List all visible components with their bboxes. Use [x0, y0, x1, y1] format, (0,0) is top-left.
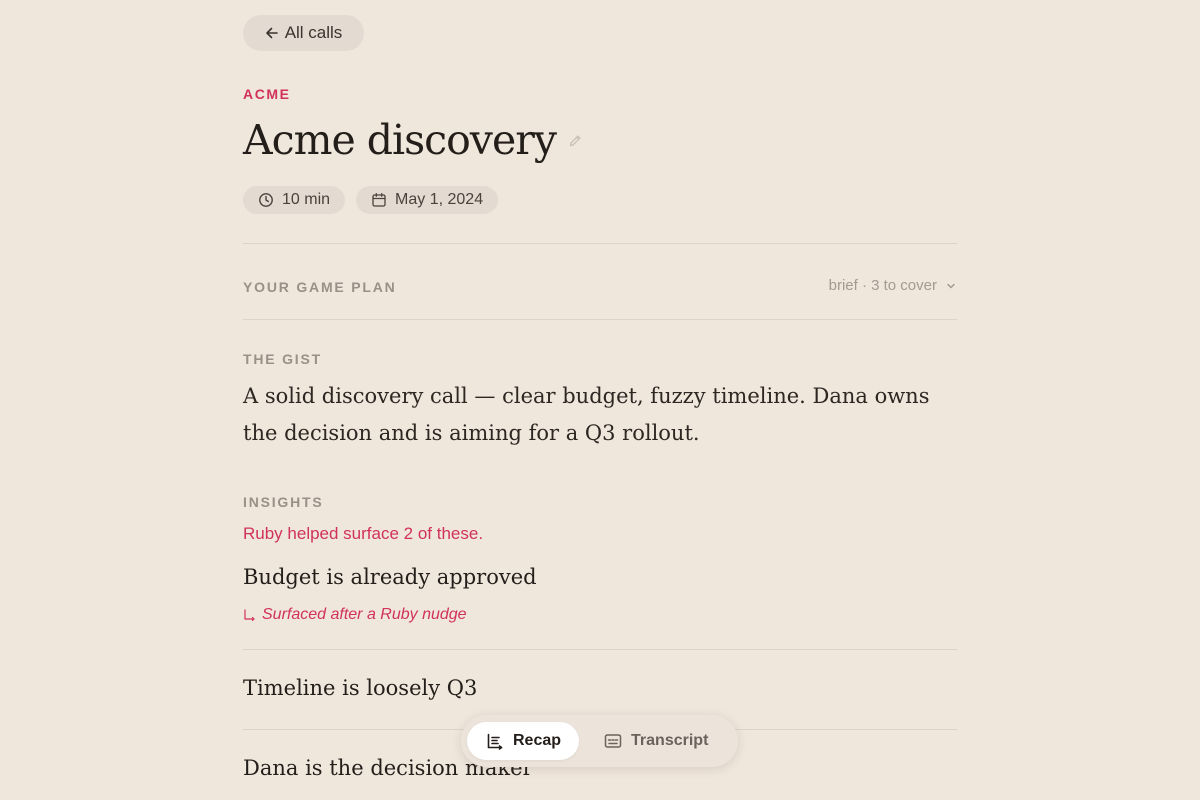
gist-summary: A solid discovery call — clear budget, f… [243, 384, 930, 445]
duration-chip: 10 min [243, 186, 346, 214]
duration-text: 10 min [282, 191, 331, 208]
clock-icon [259, 193, 273, 207]
tab-transcript-label: Transcript [631, 732, 709, 749]
gist-label: THE GIST [243, 351, 322, 367]
date-text: May 1, 2024 [395, 191, 484, 208]
recap-list-icon [487, 733, 503, 750]
tab-recap[interactable]: Recap [467, 722, 580, 760]
insight-title: Budget is already approved [243, 565, 537, 589]
insights-label: INSIGHTS [243, 494, 324, 510]
call-meta: 10 min May 1, 2024 [243, 186, 499, 214]
insight-subtitle: Surfaced after a Ruby nudge [243, 606, 467, 624]
game-plan-toggle[interactable]: brief · 3 to cover [829, 277, 957, 294]
date-chip: May 1, 2024 [356, 186, 499, 214]
company-name: ACME [243, 86, 291, 102]
arrow-left-icon [265, 27, 278, 39]
insight-subtitle-text: Surfaced after a Ruby nudge [262, 606, 467, 623]
page-title: Acme discovery [243, 116, 557, 164]
calendar-icon [372, 192, 386, 207]
title-row: Acme discovery [243, 112, 582, 168]
tab-transcript[interactable]: Transcript [585, 722, 726, 760]
insight-title: Timeline is loosely Q3 [243, 676, 478, 700]
game-plan-label: YOUR GAME PLAN [243, 279, 397, 295]
game-plan-toggle-label: brief · 3 to cover [828, 277, 937, 294]
transcript-icon [604, 734, 622, 748]
chevron-down-icon [947, 283, 955, 288]
pencil-edit-icon[interactable] [568, 134, 582, 148]
call-recap-page: All calls ACME Acme discovery 10 min May… [0, 0, 1200, 800]
tab-recap-label: Recap [513, 732, 562, 749]
all-calls-back-button[interactable]: All calls [243, 15, 364, 51]
divider [243, 319, 957, 320]
corner-arrow-icon [244, 609, 255, 622]
divider [243, 649, 957, 650]
back-button-label: All calls [284, 23, 343, 42]
ruby-note: Ruby helped surface 2 of these. [243, 524, 484, 543]
view-switcher: Recap Transcript [461, 715, 738, 767]
divider [243, 243, 957, 244]
